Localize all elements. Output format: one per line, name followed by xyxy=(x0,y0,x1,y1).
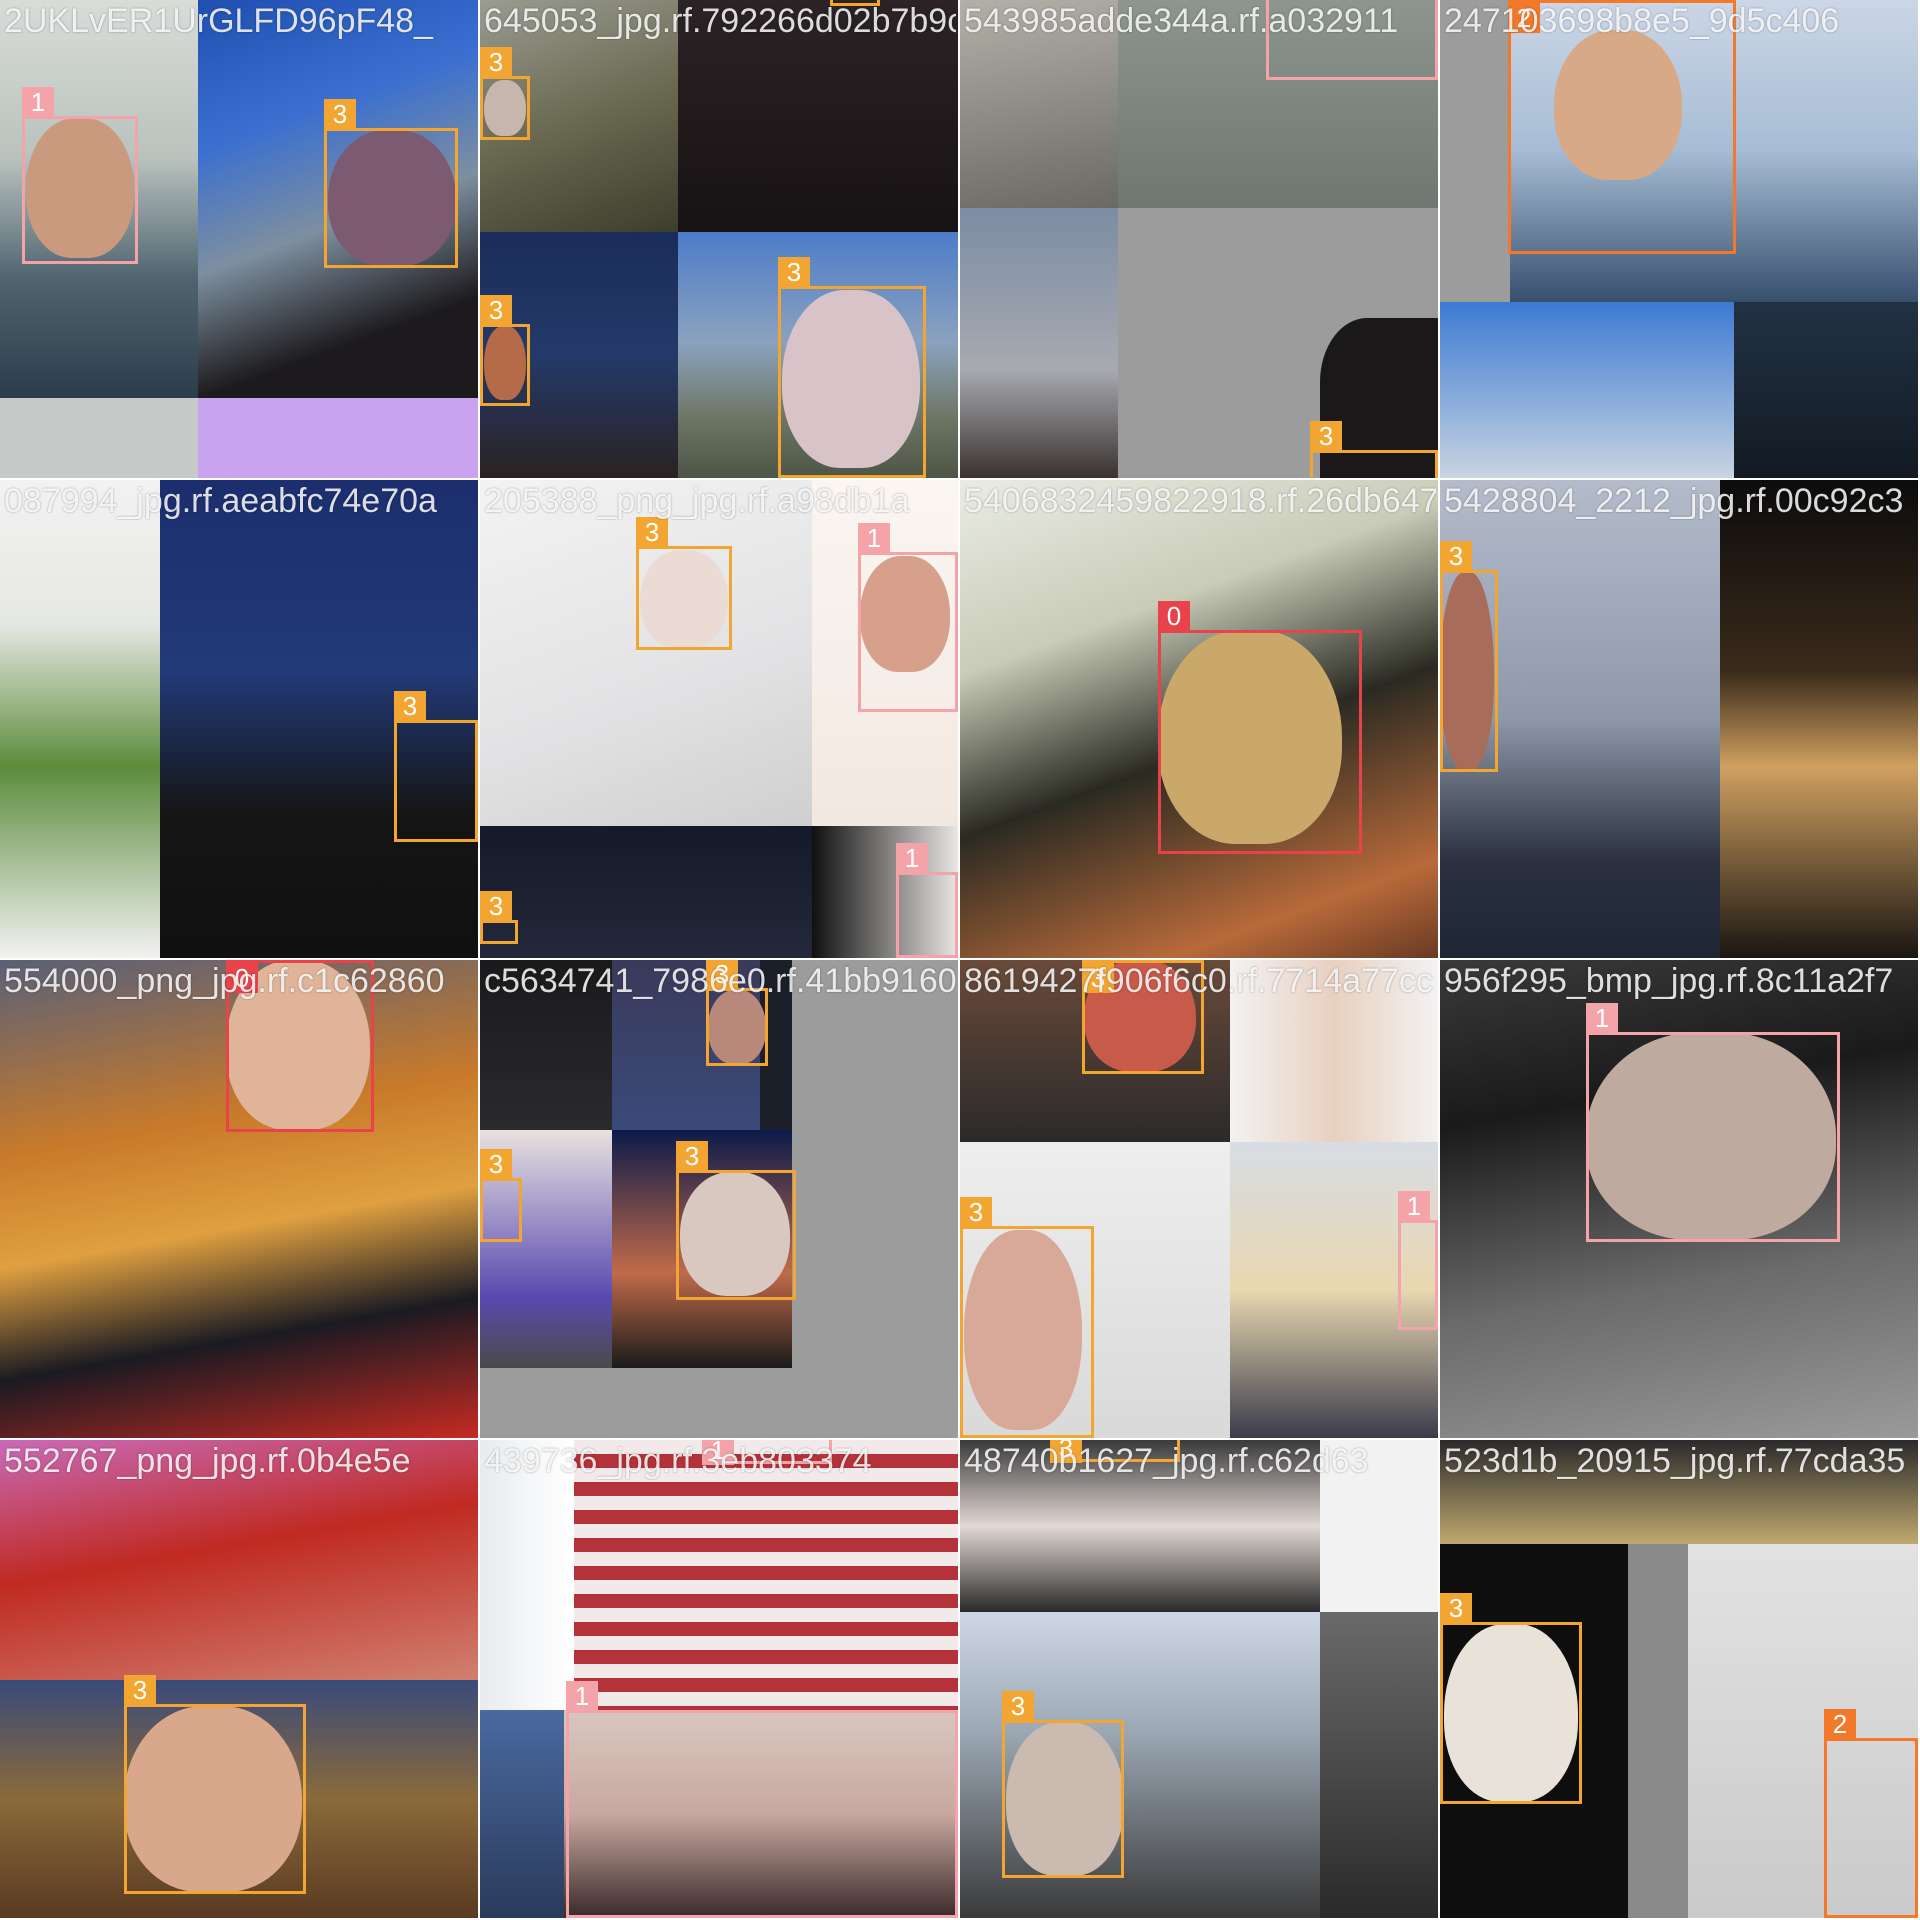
mosaic-tile: 0 554000_png_jpg.rf.c1c62860 xyxy=(0,960,478,1438)
detection-box: 3 xyxy=(124,1675,306,1894)
mosaic-tile: 1 3 2UKLvER1UrGLFD96pF48_ xyxy=(0,0,478,478)
mosaic-tile: 3 3 1 8619427f906f6c0.rf.7714a77cc xyxy=(960,960,1438,1438)
image-filename: 523d1b_20915_jpg.rf.77cda35 xyxy=(1444,1442,1906,1480)
detection-box: 3 xyxy=(676,1141,796,1300)
image-filename: 205388_png_jpg.rf.a98db1a xyxy=(484,482,910,520)
image-filename: 2UKLvER1UrGLFD96pF48_ xyxy=(4,2,433,40)
class-tag: 3 xyxy=(480,47,512,77)
mosaic-tile: 3 1 1 3 205388_png_jpg.rf.a98db1a xyxy=(480,480,958,958)
class-tag: 2 xyxy=(1824,1709,1856,1739)
detection-box: 1 xyxy=(1586,1003,1840,1242)
class-tag: 3 xyxy=(636,517,668,547)
detection-box: 3 xyxy=(636,517,732,650)
mosaic-tile: 3 3 3 3 645053_jpg.rf.792266d02b7b9c5439… xyxy=(480,0,958,478)
class-tag: 1 xyxy=(22,87,54,117)
detection-box: 3 xyxy=(1310,421,1438,478)
detection-box: 3 xyxy=(960,1197,1094,1438)
mosaic-tile: 3 3 48740b1627_jpg.rf.c62d63 xyxy=(960,1440,1438,1918)
class-tag: 1 xyxy=(896,843,928,873)
class-tag: 3 xyxy=(1310,421,1342,451)
detection-box: 3 xyxy=(480,47,530,140)
detection-box: 3 xyxy=(324,99,458,268)
class-tag: 1 xyxy=(1398,1191,1430,1221)
image-filename: 554000_png_jpg.rf.c1c62860 xyxy=(4,962,445,1000)
detection-box: 1 xyxy=(566,1681,958,1918)
mosaic-tile: 3 087994_jpg.rf.aeabfc74e70a xyxy=(0,480,478,958)
mosaic-tile: 2 247103698b8e5_9d5c406 xyxy=(1440,0,1918,478)
detection-box: 1 xyxy=(22,87,138,264)
detection-box: 3 xyxy=(480,891,518,944)
detection-box: 3 xyxy=(480,295,530,406)
image-filename: c5634741_7986e0.rf.41bb9160 xyxy=(484,962,956,1000)
class-tag: 1 xyxy=(1586,1003,1618,1033)
detection-box: 1 xyxy=(896,843,958,958)
detection-box: 2 xyxy=(1824,1709,1918,1918)
mosaic-tile: 1 1 439736_jpg.rf.3eb803374 xyxy=(480,1440,958,1918)
image-filename: 552767_png_jpg.rf.0b4e5e xyxy=(4,1442,411,1480)
mosaic-tile: 1 3 543985adde344a.rf.a032911 xyxy=(960,0,1438,478)
class-tag: 3 xyxy=(480,295,512,325)
class-tag: 3 xyxy=(124,1675,156,1705)
class-tag: 3 xyxy=(1440,541,1472,571)
image-filename: 48740b1627_jpg.rf.c62d63 xyxy=(964,1442,1369,1480)
detection-box: 3 xyxy=(1440,1593,1582,1804)
mosaic-grid: 1 3 2UKLvER1UrGLFD96pF48_ 3 3 3 3 645053… xyxy=(0,0,1920,1920)
class-tag: 3 xyxy=(394,691,426,721)
image-filename: 5406832459822918.rf.26db647e xyxy=(964,482,1436,520)
class-tag: 3 xyxy=(960,1197,992,1227)
image-filename: 247103698b8e5_9d5c406 xyxy=(1444,2,1840,40)
class-tag: 3 xyxy=(1440,1593,1472,1623)
class-tag: 3 xyxy=(324,99,356,129)
mosaic-tile: 3 2 523d1b_20915_jpg.rf.77cda35 xyxy=(1440,1440,1918,1918)
image-filename: 645053_jpg.rf.792266d02b7b9c543985adde34… xyxy=(484,2,956,40)
class-tag: 1 xyxy=(566,1681,598,1711)
image-filename: 439736_jpg.rf.3eb803374 xyxy=(484,1442,872,1480)
detection-box: 3 xyxy=(1440,541,1498,772)
detection-box: 3 xyxy=(480,1149,522,1242)
detection-box: 0 xyxy=(1158,601,1362,854)
image-filename: 543985adde344a.rf.a032911 xyxy=(964,2,1399,40)
class-tag: 1 xyxy=(858,523,890,553)
detection-box: 3 xyxy=(1002,1691,1124,1878)
mosaic-tile: 3 552767_png_jpg.rf.0b4e5e xyxy=(0,1440,478,1918)
class-tag: 3 xyxy=(1002,1691,1034,1721)
image-filename: 5428804_2212_jpg.rf.00c92c3 xyxy=(1444,482,1904,520)
mosaic-tile: 3 5428804_2212_jpg.rf.00c92c3 xyxy=(1440,480,1918,958)
class-tag: 3 xyxy=(480,1149,512,1179)
detection-box: 1 xyxy=(1398,1191,1438,1330)
mosaic-tile: 1 956f295_bmp_jpg.rf.8c11a2f7 xyxy=(1440,960,1918,1438)
class-tag: 3 xyxy=(480,891,512,921)
image-filename: 956f295_bmp_jpg.rf.8c11a2f7 xyxy=(1444,962,1894,1000)
class-tag: 0 xyxy=(1158,601,1190,631)
class-tag: 3 xyxy=(676,1141,708,1171)
class-tag: 3 xyxy=(778,257,810,287)
image-filename: 8619427f906f6c0.rf.7714a77cc xyxy=(964,962,1433,1000)
detection-box: 1 xyxy=(858,523,958,712)
detection-box: 3 xyxy=(394,691,478,842)
mosaic-tile: 3 3 3 c5634741_7986e0.rf.41bb9160 xyxy=(480,960,958,1438)
image-filename: 087994_jpg.rf.aeabfc74e70a xyxy=(4,482,437,520)
detection-box: 3 xyxy=(778,257,926,478)
mosaic-tile: 0 5406832459822918.rf.26db647e xyxy=(960,480,1438,958)
